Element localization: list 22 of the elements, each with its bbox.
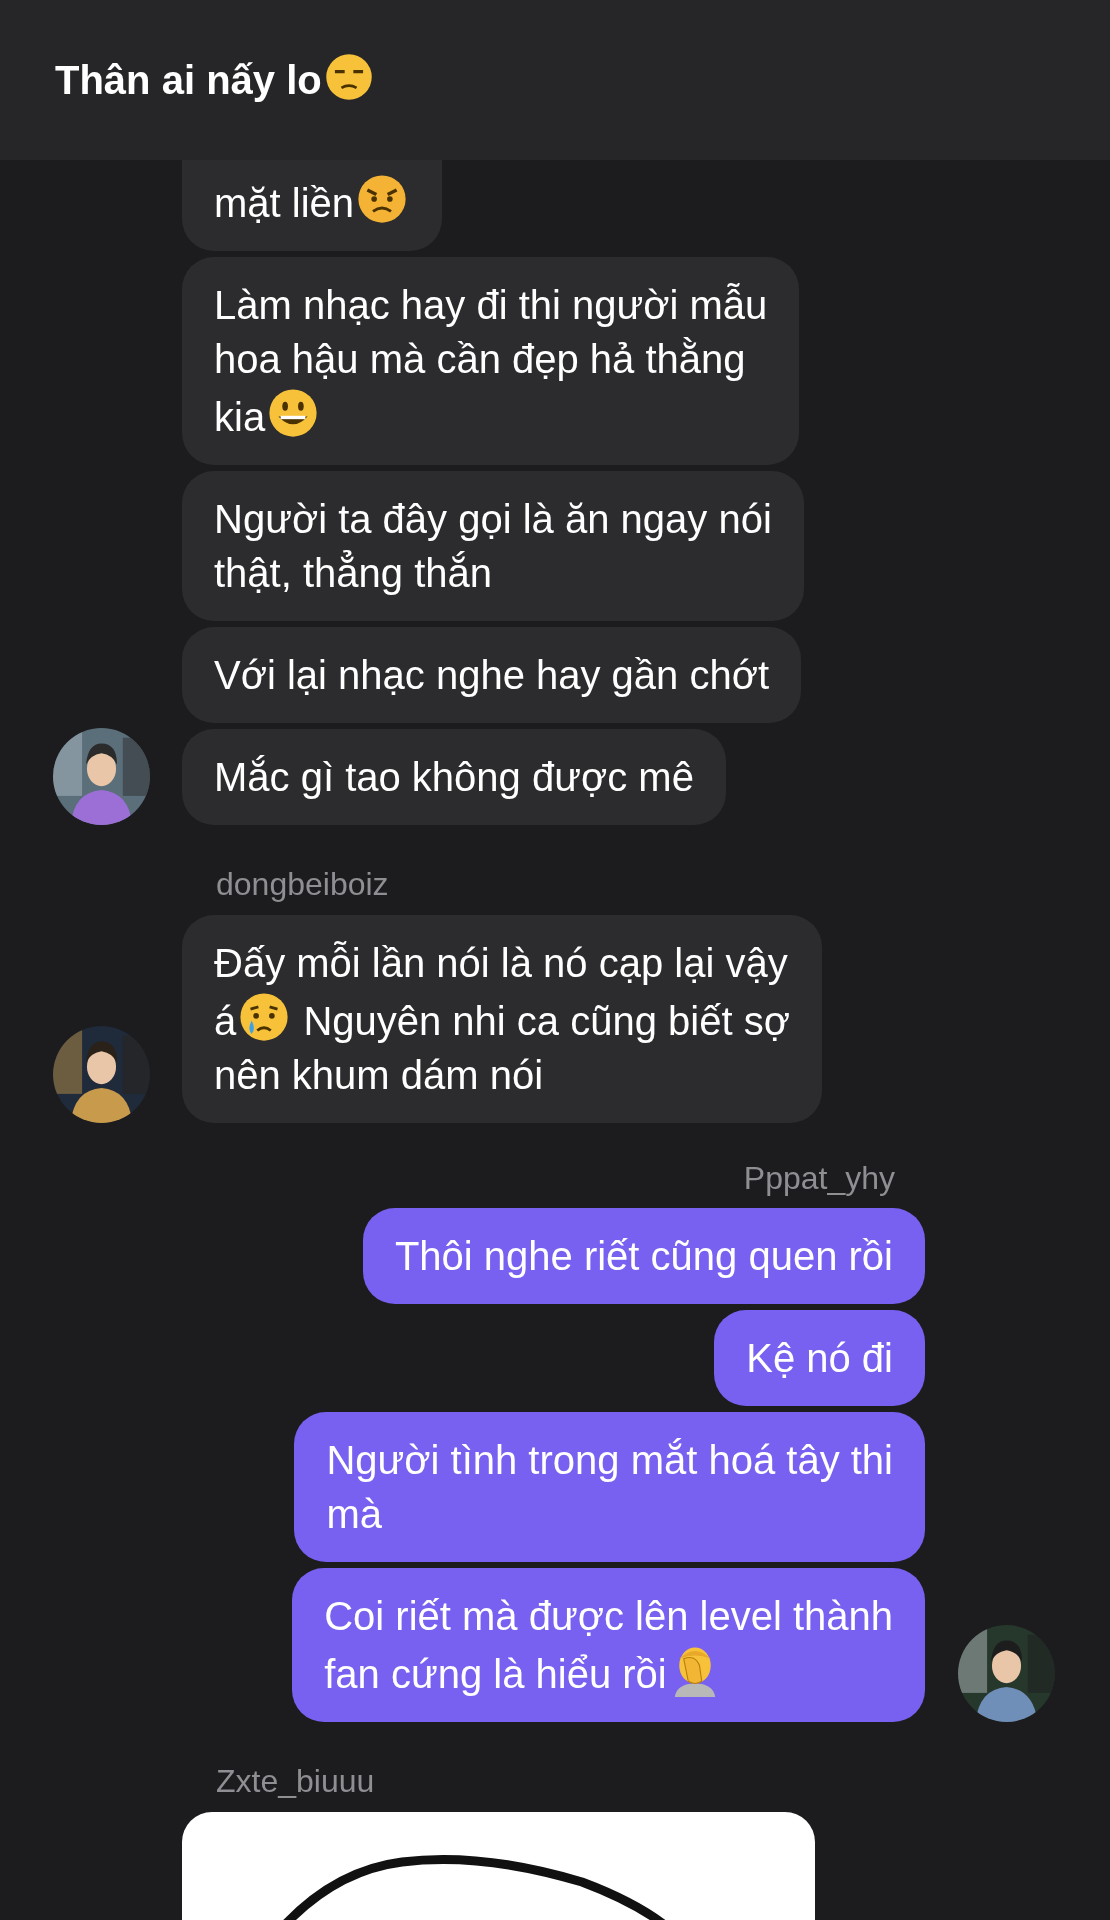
message-text: Nguyên nhi ca cũng biết sợ xyxy=(303,999,790,1044)
message-text: hoa hậu mà cần đẹp hả thằng xyxy=(214,337,746,381)
message-text: mặt liền xyxy=(214,181,355,225)
message-text: Người ta đây gọi là ăn ngay nói xyxy=(214,497,772,541)
sender-name: Pppat_yhy xyxy=(743,1159,896,1198)
message-text: thật, thẳng thắn xyxy=(214,551,492,595)
message-text: fan cứng là hiểu rồi xyxy=(324,1651,667,1696)
message-text: kia xyxy=(214,395,266,439)
sender-name: dongbeiboiz xyxy=(215,865,389,904)
message-text: Làm nhạc hay đi thi người mẫu xyxy=(214,283,768,327)
message-text: Đấy mỗi lần nói là nó cạp lại vậy xyxy=(214,941,788,986)
message-text: nên khum dám nói xyxy=(214,1053,544,1098)
message-text: mà xyxy=(326,1491,382,1536)
message-text: Với lại nhạc nghe hay gần chớt xyxy=(214,653,770,697)
message-text: Người tình trong mắt hoá tây thi xyxy=(326,1437,893,1482)
message-text: á xyxy=(214,999,237,1044)
message-text: Thôi nghe riết cũng quen rồi xyxy=(394,1233,893,1278)
sender-name: Zxte_biuuu xyxy=(215,1761,375,1801)
message-text: Coi riết mà được lên level thành xyxy=(324,1593,893,1638)
chat-title-text: Thân ai nấy lo xyxy=(55,58,322,102)
message-text: Kệ nó đi xyxy=(746,1335,893,1380)
message-text: Mắc gì tao không được mê xyxy=(214,755,694,799)
